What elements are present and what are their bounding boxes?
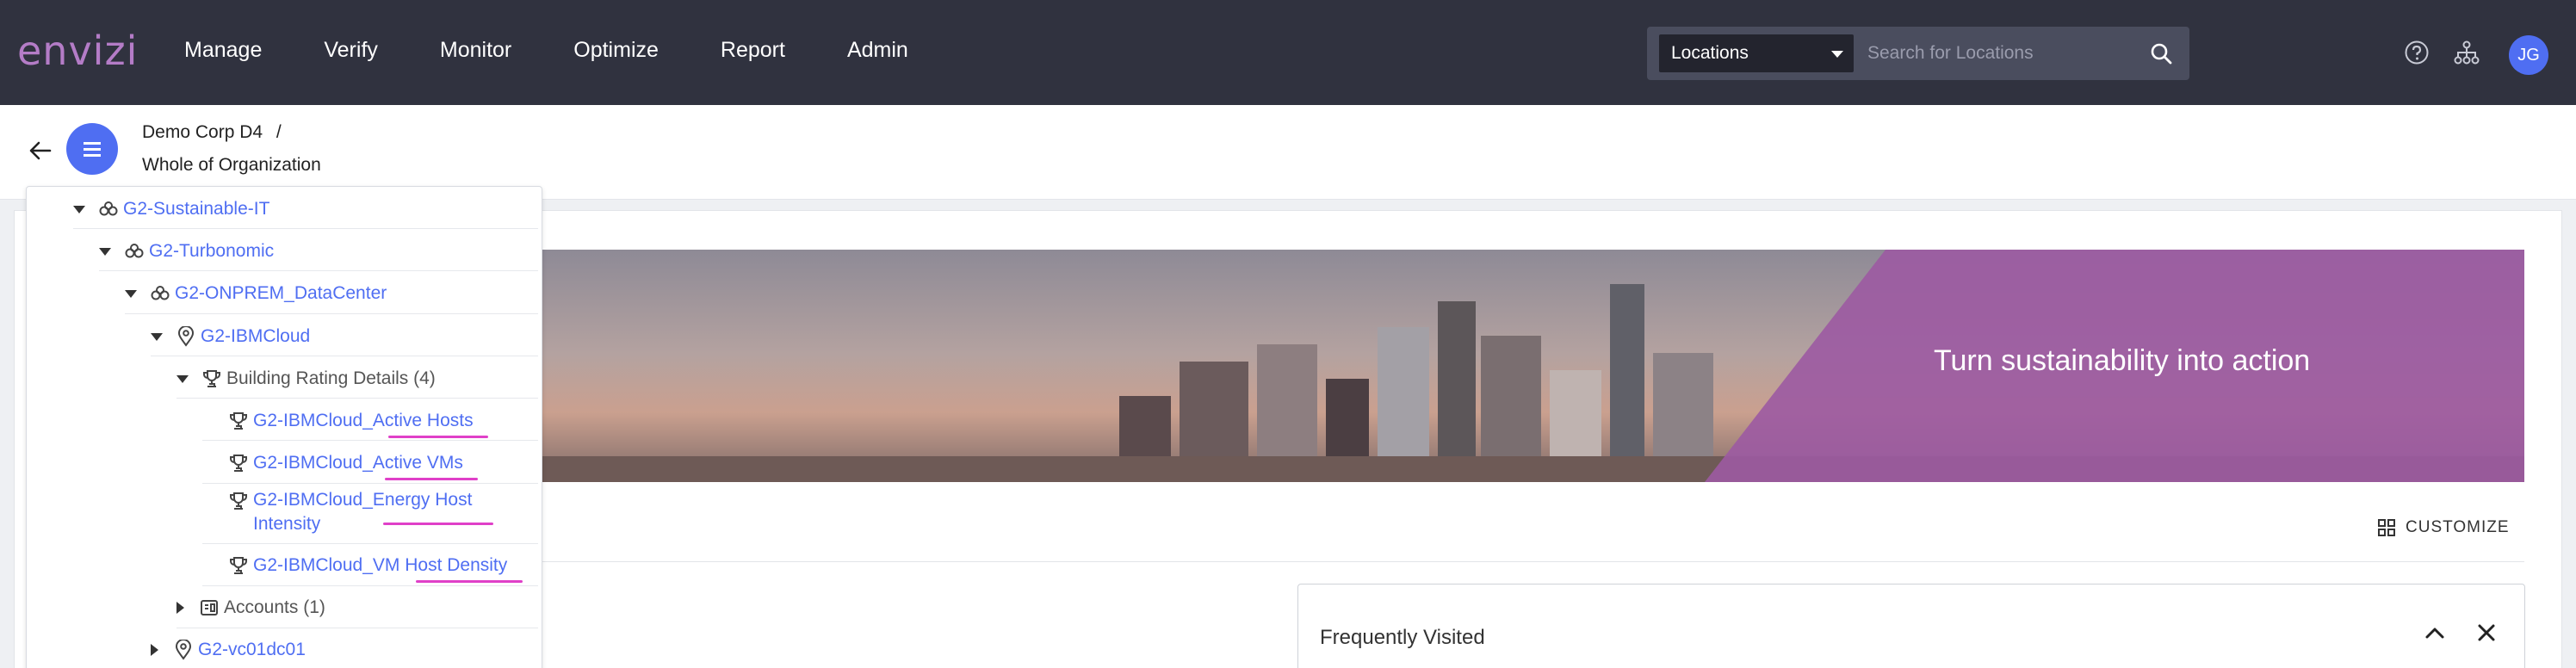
account-icon [198, 597, 220, 619]
caret-down-icon[interactable] [99, 247, 111, 256]
nav-verify[interactable]: Verify [324, 38, 378, 63]
menu-icon-line [84, 148, 101, 151]
search-input[interactable] [1867, 37, 2126, 70]
group-icon [149, 282, 171, 305]
tree-item-label: Building Rating Details (4) [226, 368, 436, 388]
row-divider [202, 483, 538, 484]
row-divider [99, 270, 538, 271]
annotation-underline [385, 478, 478, 480]
breadcrumb: Demo Corp D4 / [142, 122, 282, 143]
row-divider [202, 440, 538, 441]
row-divider [176, 398, 538, 399]
breadcrumb-separator: / [276, 122, 282, 142]
trophy-icon [227, 410, 250, 432]
close-icon[interactable] [2475, 622, 2498, 648]
tree-item-label: G2-IBMCloud [201, 326, 311, 346]
row-divider [73, 228, 538, 229]
hierarchy-icon[interactable] [2454, 40, 2480, 70]
row-divider [202, 543, 538, 544]
tree-item-label: G2-vc01dc01 [198, 640, 306, 659]
tree-item-active-hosts[interactable]: G2-IBMCloud_Active Hosts [227, 402, 474, 440]
trophy-icon [227, 554, 250, 577]
customize-label: CUSTOMIZE [2406, 518, 2510, 536]
back-arrow-icon[interactable] [28, 138, 53, 168]
tree-item-onprem-datacenter[interactable]: G2-ONPREM_DataCenter [125, 275, 387, 312]
tree-item-label: G2-IBMCloud_Active VMs [253, 453, 463, 473]
tree-item-label: G2-ONPREM_DataCenter [175, 283, 387, 303]
grid-icon [2378, 519, 2395, 536]
top-navigation-bar: envizi Manage Verify Monitor Optimize Re… [0, 0, 2576, 105]
frequently-visited-widget: Frequently Visited [1297, 584, 2525, 668]
tree-item-turbonomic[interactable]: G2-Turbonomic [99, 232, 274, 270]
trophy-icon [201, 368, 223, 390]
tree-item-label: G2-IBMCloud_Active Hosts [253, 411, 474, 430]
location-pin-icon [175, 325, 197, 348]
tree-item-sustainable-it[interactable]: G2-Sustainable-IT [73, 190, 269, 228]
annotation-underline [388, 436, 488, 438]
envizi-logo[interactable]: envizi [17, 28, 138, 74]
trophy-icon [227, 490, 250, 512]
caret-down-icon[interactable] [176, 374, 189, 383]
nav-optimize[interactable]: Optimize [573, 38, 659, 63]
widget-title: Frequently Visited [1320, 626, 1485, 649]
group-icon [123, 240, 146, 263]
caret-down-icon[interactable] [73, 205, 85, 213]
tree-item-ibmcloud[interactable]: G2-IBMCloud [151, 318, 310, 356]
caret-down-icon[interactable] [151, 332, 163, 341]
menu-icon [84, 142, 101, 145]
tree-item-label: G2-IBMCloud_VM Host Density [253, 555, 508, 575]
row-divider [202, 585, 538, 586]
tree-item-label: Accounts (1) [224, 597, 325, 617]
row-divider [125, 313, 538, 314]
location-type-select[interactable]: Locations [1659, 34, 1854, 72]
user-avatar[interactable]: JG [2509, 35, 2548, 75]
nav-admin[interactable]: Admin [847, 38, 908, 63]
tree-item-energy-host-intensity[interactable]: G2-IBMCloud_Energy Host Intensity [227, 488, 472, 540]
tree-item-label: G2-Turbonomic [149, 241, 275, 261]
chevron-up-icon[interactable] [2424, 622, 2446, 648]
caret-down-icon [1831, 51, 1843, 58]
location-type-value: Locations [1671, 43, 1749, 63]
tree-item-label-wrap: G2-IBMCloud_Energy Host Intensity [253, 488, 472, 536]
location-tree-panel: G2-Sustainable-IT G2-Turbonomic G2-ONPRE… [26, 186, 542, 668]
main-nav: Manage Verify Monitor Optimize Report Ad… [184, 38, 970, 63]
tree-item-active-vms[interactable]: G2-IBMCloud_Active VMs [227, 444, 463, 482]
location-search-bar: Locations [1647, 27, 2189, 80]
tree-item-building-rating-details[interactable]: Building Rating Details (4) [176, 360, 436, 398]
tree-item-accounts[interactable]: Accounts (1) [176, 589, 325, 627]
hero-banner: Turn sustainability into action [517, 250, 2524, 482]
nav-manage[interactable]: Manage [184, 38, 262, 63]
trophy-icon [227, 452, 250, 474]
banner-headline: Turn sustainability into action [1934, 344, 2311, 377]
menu-icon-line [84, 154, 101, 157]
search-icon[interactable] [2150, 42, 2172, 69]
annotation-underline [416, 580, 523, 583]
divider [517, 561, 2524, 562]
hierarchy-menu-button[interactable] [66, 123, 118, 175]
location-pin-icon [172, 639, 195, 661]
caret-down-icon[interactable] [125, 289, 137, 298]
help-icon[interactable] [2404, 40, 2430, 70]
tree-item-vm-host-density[interactable]: G2-IBMCloud_VM Host Density [227, 547, 507, 584]
breadcrumb-current: Whole of Organization [142, 155, 321, 175]
caret-right-icon[interactable] [176, 602, 184, 614]
breadcrumb-org[interactable]: Demo Corp D4 [142, 122, 263, 142]
tree-item-label: G2-IBMCloud_Energy Host [253, 490, 473, 510]
tree-item-label: G2-Sustainable-IT [123, 199, 270, 219]
group-icon [97, 198, 120, 220]
nav-report[interactable]: Report [721, 38, 785, 63]
nav-monitor[interactable]: Monitor [440, 38, 511, 63]
caret-right-icon[interactable] [151, 644, 158, 656]
tree-item-vc01dc01[interactable]: G2-vc01dc01 [151, 631, 306, 668]
customize-button[interactable]: CUSTOMIZE [2378, 518, 2510, 537]
annotation-underline [383, 523, 493, 525]
